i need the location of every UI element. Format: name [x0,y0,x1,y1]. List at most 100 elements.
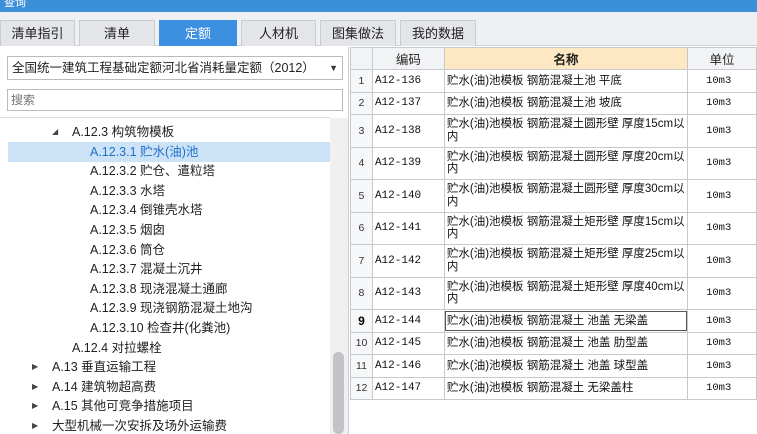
tree-item[interactable]: ◢ A.12.3 构筑物模板 [8,122,330,142]
column-header-unit[interactable]: 单位 [687,47,757,70]
tree-item[interactable]: A.12.3.7 混凝土沉井 [8,259,330,279]
table-row[interactable]: 1 A12-136 贮水(油)池模板 钢筋混凝土池 平底 10m3 [350,69,757,93]
row-index[interactable]: 12 [350,376,373,400]
triangle-right-icon[interactable]: ▶ [32,357,38,377]
quota-unit-cell[interactable]: 10m3 [687,244,757,278]
table-row[interactable]: 8 A12-143 贮水(油)池模板 钢筋混凝土矩形壁 厚度40cm以内 10m3 [350,276,757,310]
table-row[interactable]: 2 A12-137 贮水(油)池模板 钢筋混凝土池 坡底 10m3 [350,91,757,115]
row-index[interactable]: 11 [350,354,373,378]
quota-unit-cell[interactable]: 10m3 [687,146,757,180]
tree-scrollbar-thumb[interactable] [333,352,344,434]
tree-item[interactable]: A.12.3.5 烟囱 [8,220,330,240]
quota-code-cell[interactable]: A12-138 [371,114,445,148]
quota-name-cell[interactable]: 贮水(油)池模板 钢筋混凝土矩形壁 厚度25cm以内 [443,244,689,278]
quota-name-cell[interactable]: 贮水(油)池模板 钢筋混凝土 无梁盖柱 [443,376,689,400]
quota-code-cell[interactable]: A12-141 [371,211,445,245]
triangle-down-icon[interactable]: ◢ [52,122,58,142]
row-index[interactable]: 8 [350,276,373,310]
tree-item[interactable]: ▶ A.15 其他可竞争措施项目 [8,396,330,416]
row-index[interactable]: 5 [350,179,373,213]
search-input[interactable] [7,89,343,111]
tab-strip: 清单指引 清单 定额 人材机 图集做法 我的数据 [0,12,757,46]
quota-code-cell[interactable]: A12-146 [371,354,445,378]
tree-item-label: A.12.4 对拉螺栓 [72,340,162,355]
quota-name-cell[interactable]: 贮水(油)池模板 钢筋混凝土池 坡底 [443,91,689,115]
tree-item[interactable]: A.12.3.1 贮水(油)池 [8,141,330,162]
quota-name-cell[interactable]: 贮水(油)池模板 钢筋混凝土 池盖 肋型盖 [443,331,689,355]
chevron-down-icon[interactable]: ▼ [329,57,338,79]
quota-unit-cell[interactable]: 10m3 [687,179,757,213]
tree-item[interactable]: A.12.3.10 检查井(化粪池) [8,318,330,338]
tree-item[interactable]: A.12.3.2 贮仓、遣粒塔 [8,161,330,181]
tree-item[interactable]: A.12.3.6 筒仓 [8,240,330,260]
quota-code-cell[interactable]: A12-147 [371,376,445,400]
table-row[interactable]: 3 A12-138 贮水(油)池模板 钢筋混凝土圆形壁 厚度15cm以内 10m3 [350,114,757,148]
row-index[interactable]: 9 [350,309,373,333]
quota-library-select[interactable]: 全国统一建筑工程基础定额河北省消耗量定额（2012） ▼ [7,56,343,80]
row-index[interactable]: 3 [350,114,373,148]
quota-code-cell[interactable]: A12-142 [371,244,445,278]
tree-item[interactable]: ▶ A.14 建筑物超高费 [8,377,330,397]
column-header-name[interactable]: 名称 [443,47,689,70]
quota-code-cell[interactable]: A12-140 [371,179,445,213]
quota-code-cell[interactable]: A12-137 [371,91,445,115]
tab-quota[interactable]: 定额 [159,20,237,46]
column-header-code[interactable]: 编码 [371,47,445,70]
quota-unit-cell[interactable]: 10m3 [687,211,757,245]
quota-unit-cell[interactable]: 10m3 [687,331,757,355]
quota-unit-cell[interactable]: 10m3 [687,376,757,400]
quota-name-cell[interactable]: 贮水(油)池模板 钢筋混凝土圆形壁 厚度20cm以内 [443,146,689,180]
quota-code-cell[interactable]: A12-136 [371,69,445,93]
table-row[interactable]: 12 A12-147 贮水(油)池模板 钢筋混凝土 无梁盖柱 10m3 [350,376,757,400]
quota-name-cell[interactable]: 贮水(油)池模板 钢筋混凝土池 平底 [443,69,689,93]
row-index[interactable]: 4 [350,146,373,180]
quota-code-cell[interactable]: A12-145 [371,331,445,355]
tree-item[interactable]: ▶ A.13 垂直运输工程 [8,357,330,377]
row-index[interactable]: 2 [350,91,373,115]
triangle-right-icon[interactable]: ▶ [32,377,38,397]
quota-name-cell[interactable]: 贮水(油)池模板 钢筋混凝土矩形壁 厚度15cm以内 [443,211,689,245]
quota-unit-cell[interactable]: 10m3 [687,114,757,148]
tree-item-label: A.12.3.10 检查井(化粪池) [90,321,231,335]
tree-item[interactable]: A.12.3.9 现浇钢筋混凝土地沟 [8,298,330,318]
table-row[interactable]: 10 A12-145 贮水(油)池模板 钢筋混凝土 池盖 肋型盖 10m3 [350,331,757,355]
quota-name-cell[interactable]: 贮水(油)池模板 钢筋混凝土 池盖 球型盖 [443,354,689,378]
tab-bill[interactable]: 清单 [79,20,155,46]
quota-unit-cell[interactable]: 10m3 [687,69,757,93]
quota-unit-cell[interactable]: 10m3 [687,91,757,115]
tab-labor-material-machine[interactable]: 人材机 [241,20,316,46]
table-row[interactable]: 4 A12-139 贮水(油)池模板 钢筋混凝土圆形壁 厚度20cm以内 10m3 [350,146,757,180]
quota-unit-cell[interactable]: 10m3 [687,354,757,378]
quota-name-cell[interactable]: 贮水(油)池模板 钢筋混凝土圆形壁 厚度30cm以内 [443,179,689,213]
table-row[interactable]: 9 A12-144 贮水(油)池模板 钢筋混凝土 池盖 无梁盖 10m3 [350,309,757,333]
tree-item[interactable]: A.12.3.4 倒锥壳水塔 [8,200,330,220]
quota-name-cell[interactable]: 贮水(油)池模板 钢筋混凝土 池盖 无梁盖 [443,309,689,333]
tree-item[interactable]: A.12.3.3 水塔 [8,181,330,201]
quota-code-cell[interactable]: A12-144 [371,309,445,333]
tree-item[interactable]: ▶ 大型机械一次安拆及场外运输费 [8,416,330,434]
tree-scrollbar[interactable] [330,118,348,434]
triangle-right-icon[interactable]: ▶ [32,416,38,434]
table-row[interactable]: 5 A12-140 贮水(油)池模板 钢筋混凝土圆形壁 厚度30cm以内 10m3 [350,179,757,213]
quota-name-cell[interactable]: 贮水(油)池模板 钢筋混凝土圆形壁 厚度15cm以内 [443,114,689,148]
tree-item[interactable]: A.12.4 对拉螺栓 [8,338,330,358]
tab-my-data[interactable]: 我的数据 [400,20,476,46]
row-index[interactable]: 6 [350,211,373,245]
quota-code-cell[interactable]: A12-139 [371,146,445,180]
tree-item[interactable]: A.12.3.8 现浇混凝土通廊 [8,279,330,299]
quota-unit-cell[interactable]: 10m3 [687,276,757,310]
tab-bill-guide[interactable]: 清单指引 [0,20,75,46]
quota-unit-cell[interactable]: 10m3 [687,309,757,333]
tab-atlas-methods[interactable]: 图集做法 [320,20,396,46]
tree-item-label: A.14 建筑物超高费 [52,379,157,394]
tree-item-label: A.12.3 构筑物模板 [72,125,175,139]
triangle-right-icon[interactable]: ▶ [32,396,38,416]
quota-name-cell[interactable]: 贮水(油)池模板 钢筋混凝土矩形壁 厚度40cm以内 [443,276,689,310]
table-row[interactable]: 7 A12-142 贮水(油)池模板 钢筋混凝土矩形壁 厚度25cm以内 10m3 [350,244,757,278]
table-row[interactable]: 6 A12-141 贮水(油)池模板 钢筋混凝土矩形壁 厚度15cm以内 10m3 [350,211,757,245]
table-row[interactable]: 11 A12-146 贮水(油)池模板 钢筋混凝土 池盖 球型盖 10m3 [350,354,757,378]
row-index[interactable]: 1 [350,69,373,93]
row-index[interactable]: 7 [350,244,373,278]
row-index[interactable]: 10 [350,331,373,355]
quota-code-cell[interactable]: A12-143 [371,276,445,310]
